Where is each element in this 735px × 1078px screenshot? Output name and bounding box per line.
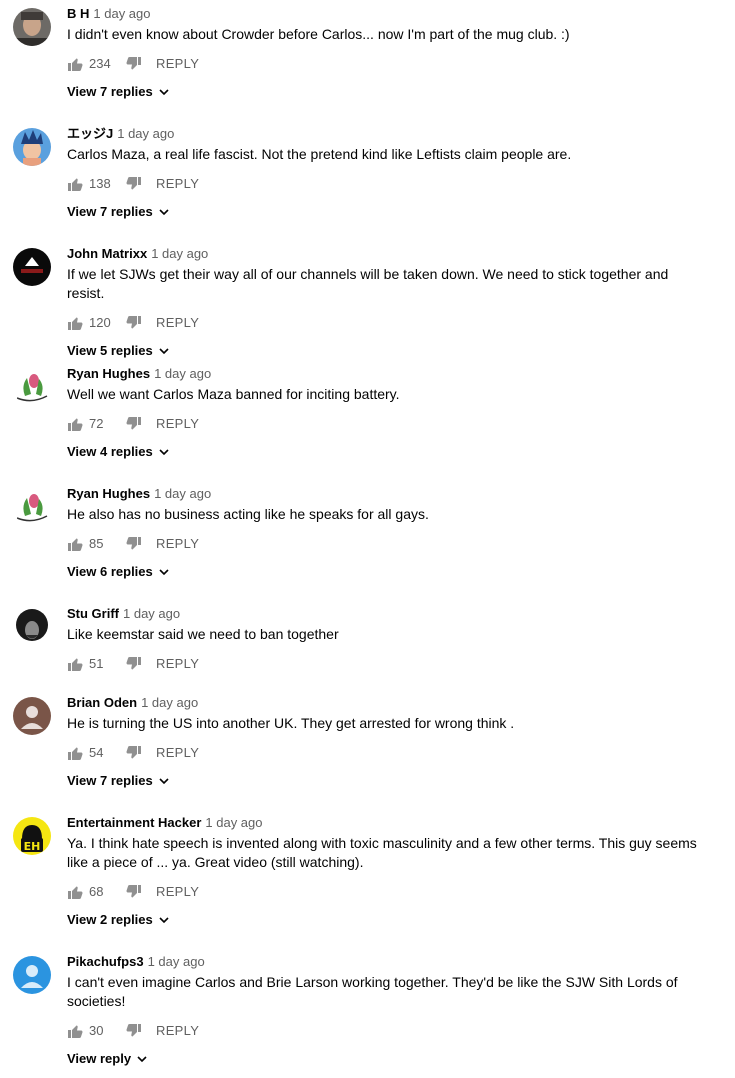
comment-text: Well we want Carlos Maza banned for inci… [67, 386, 400, 402]
chevron-down-icon [158, 446, 170, 458]
thumbs-up-icon[interactable] [67, 536, 83, 552]
reply-button[interactable]: REPLY [156, 312, 199, 334]
view-replies-label: View 7 replies [67, 773, 153, 788]
chevron-down-icon [158, 206, 170, 218]
chevron-down-icon [158, 345, 170, 357]
like-count: 138 [89, 176, 111, 191]
thumbs-up-icon[interactable] [67, 176, 83, 192]
view-replies-button[interactable]: View 4 replies [67, 442, 170, 462]
thumbs-up-icon[interactable] [67, 745, 83, 761]
comment-author[interactable]: Pikachufps3 [67, 954, 144, 969]
view-replies-button[interactable]: View 7 replies [67, 82, 170, 102]
view-replies-label: View 2 replies [67, 912, 153, 927]
reply-button[interactable]: REPLY [156, 413, 199, 435]
comment-author[interactable]: Brian Oden [67, 695, 137, 710]
comment-author[interactable]: エッジJ [67, 126, 113, 141]
chevron-down-icon [158, 86, 170, 98]
comment-timestamp[interactable]: 1 day ago [154, 366, 211, 381]
view-replies-button[interactable]: View 6 replies [67, 562, 170, 582]
comment-author[interactable]: Ryan Hughes [67, 366, 150, 381]
comment-timestamp[interactable]: 1 day ago [141, 695, 198, 710]
chevron-down-icon [158, 566, 170, 578]
view-replies-label: View 5 replies [67, 343, 153, 358]
thumbs-down-icon[interactable] [126, 536, 142, 552]
avatar[interactable] [13, 488, 51, 526]
view-replies-label: View 6 replies [67, 564, 153, 579]
comment-author[interactable]: John Matrixx [67, 246, 147, 261]
comment-timestamp[interactable]: 1 day ago [117, 126, 174, 141]
like-count: 234 [89, 56, 111, 71]
like-count: 30 [89, 1023, 104, 1038]
view-replies-label: View 4 replies [67, 444, 153, 459]
thumbs-up-icon[interactable] [67, 656, 83, 672]
avatar[interactable] [13, 956, 51, 994]
thumbs-down-icon[interactable] [126, 56, 142, 72]
avatar[interactable]: EH [13, 817, 51, 855]
thumbs-down-icon[interactable] [126, 315, 142, 331]
thumbs-down-icon[interactable] [126, 745, 142, 761]
view-replies-button[interactable]: View 7 replies [67, 202, 170, 222]
reply-button[interactable]: REPLY [156, 533, 199, 555]
comment-author[interactable]: Entertainment Hacker [67, 815, 201, 830]
comment-author[interactable]: B H [67, 6, 89, 21]
thumbs-down-icon[interactable] [126, 1023, 142, 1039]
thumbs-up-icon[interactable] [67, 884, 83, 900]
like-count: 85 [89, 536, 104, 551]
comment-text: Like keemstar said we need to ban togeth… [67, 626, 339, 642]
thumbs-down-icon[interactable] [126, 656, 142, 672]
comment-timestamp[interactable]: 1 day ago [148, 954, 205, 969]
comment-text: He is turning the US into another UK. Th… [67, 715, 515, 731]
like-count: 120 [89, 315, 111, 330]
reply-button[interactable]: REPLY [156, 173, 199, 195]
thumbs-down-icon[interactable] [126, 884, 142, 900]
thumbs-up-icon[interactable] [67, 416, 83, 432]
comment-timestamp[interactable]: 1 day ago [93, 6, 150, 21]
comment-author[interactable]: Ryan Hughes [67, 486, 150, 501]
comment-text: I can't even imagine Carlos and Brie Lar… [67, 974, 678, 1009]
thumbs-up-icon[interactable] [67, 56, 83, 72]
chevron-down-icon [158, 775, 170, 787]
thumbs-up-icon[interactable] [67, 1023, 83, 1039]
comment-author[interactable]: Stu Griff [67, 606, 119, 621]
avatar[interactable] [13, 368, 51, 406]
thumbs-up-icon[interactable] [67, 315, 83, 331]
reply-button[interactable]: REPLY [156, 742, 199, 764]
like-count: 54 [89, 745, 104, 760]
comment-text: If we let SJWs get their way all of our … [67, 266, 669, 301]
avatar[interactable] [13, 697, 51, 735]
avatar[interactable] [13, 248, 51, 286]
reply-button[interactable]: REPLY [156, 53, 199, 75]
comment-text: I didn't even know about Crowder before … [67, 26, 570, 42]
chevron-down-icon [158, 914, 170, 926]
view-replies-button[interactable]: View 5 replies [67, 341, 170, 361]
reply-button[interactable]: REPLY [156, 1020, 199, 1042]
like-count: 51 [89, 656, 104, 671]
view-replies-label: View reply [67, 1051, 132, 1066]
thumbs-down-icon[interactable] [126, 416, 142, 432]
reply-button[interactable]: REPLY [156, 881, 199, 903]
like-count: 72 [89, 416, 104, 431]
comment-text: He also has no business acting like he s… [67, 506, 429, 522]
reply-button[interactable]: REPLY [156, 653, 199, 675]
comment-timestamp[interactable]: 1 day ago [205, 815, 262, 830]
avatar-logo-text: EH [24, 840, 41, 853]
view-replies-button[interactable]: View reply [67, 1049, 148, 1069]
view-replies-label: View 7 replies [67, 204, 153, 219]
chevron-down-icon [136, 1053, 148, 1065]
like-count: 68 [89, 884, 104, 899]
comment-timestamp[interactable]: 1 day ago [151, 246, 208, 261]
view-replies-label: View 7 replies [67, 84, 153, 99]
comment-text: Carlos Maza, a real life fascist. Not th… [67, 146, 572, 162]
view-replies-button[interactable]: View 2 replies [67, 910, 170, 930]
comment-timestamp[interactable]: 1 day ago [123, 606, 180, 621]
avatar[interactable] [13, 8, 51, 46]
thumbs-down-icon[interactable] [126, 176, 142, 192]
comment-text: Ya. I think hate speech is invented alon… [67, 835, 697, 870]
avatar[interactable] [13, 128, 51, 166]
view-replies-button[interactable]: View 7 replies [67, 771, 170, 791]
comment-timestamp[interactable]: 1 day ago [154, 486, 211, 501]
avatar[interactable] [13, 608, 51, 646]
